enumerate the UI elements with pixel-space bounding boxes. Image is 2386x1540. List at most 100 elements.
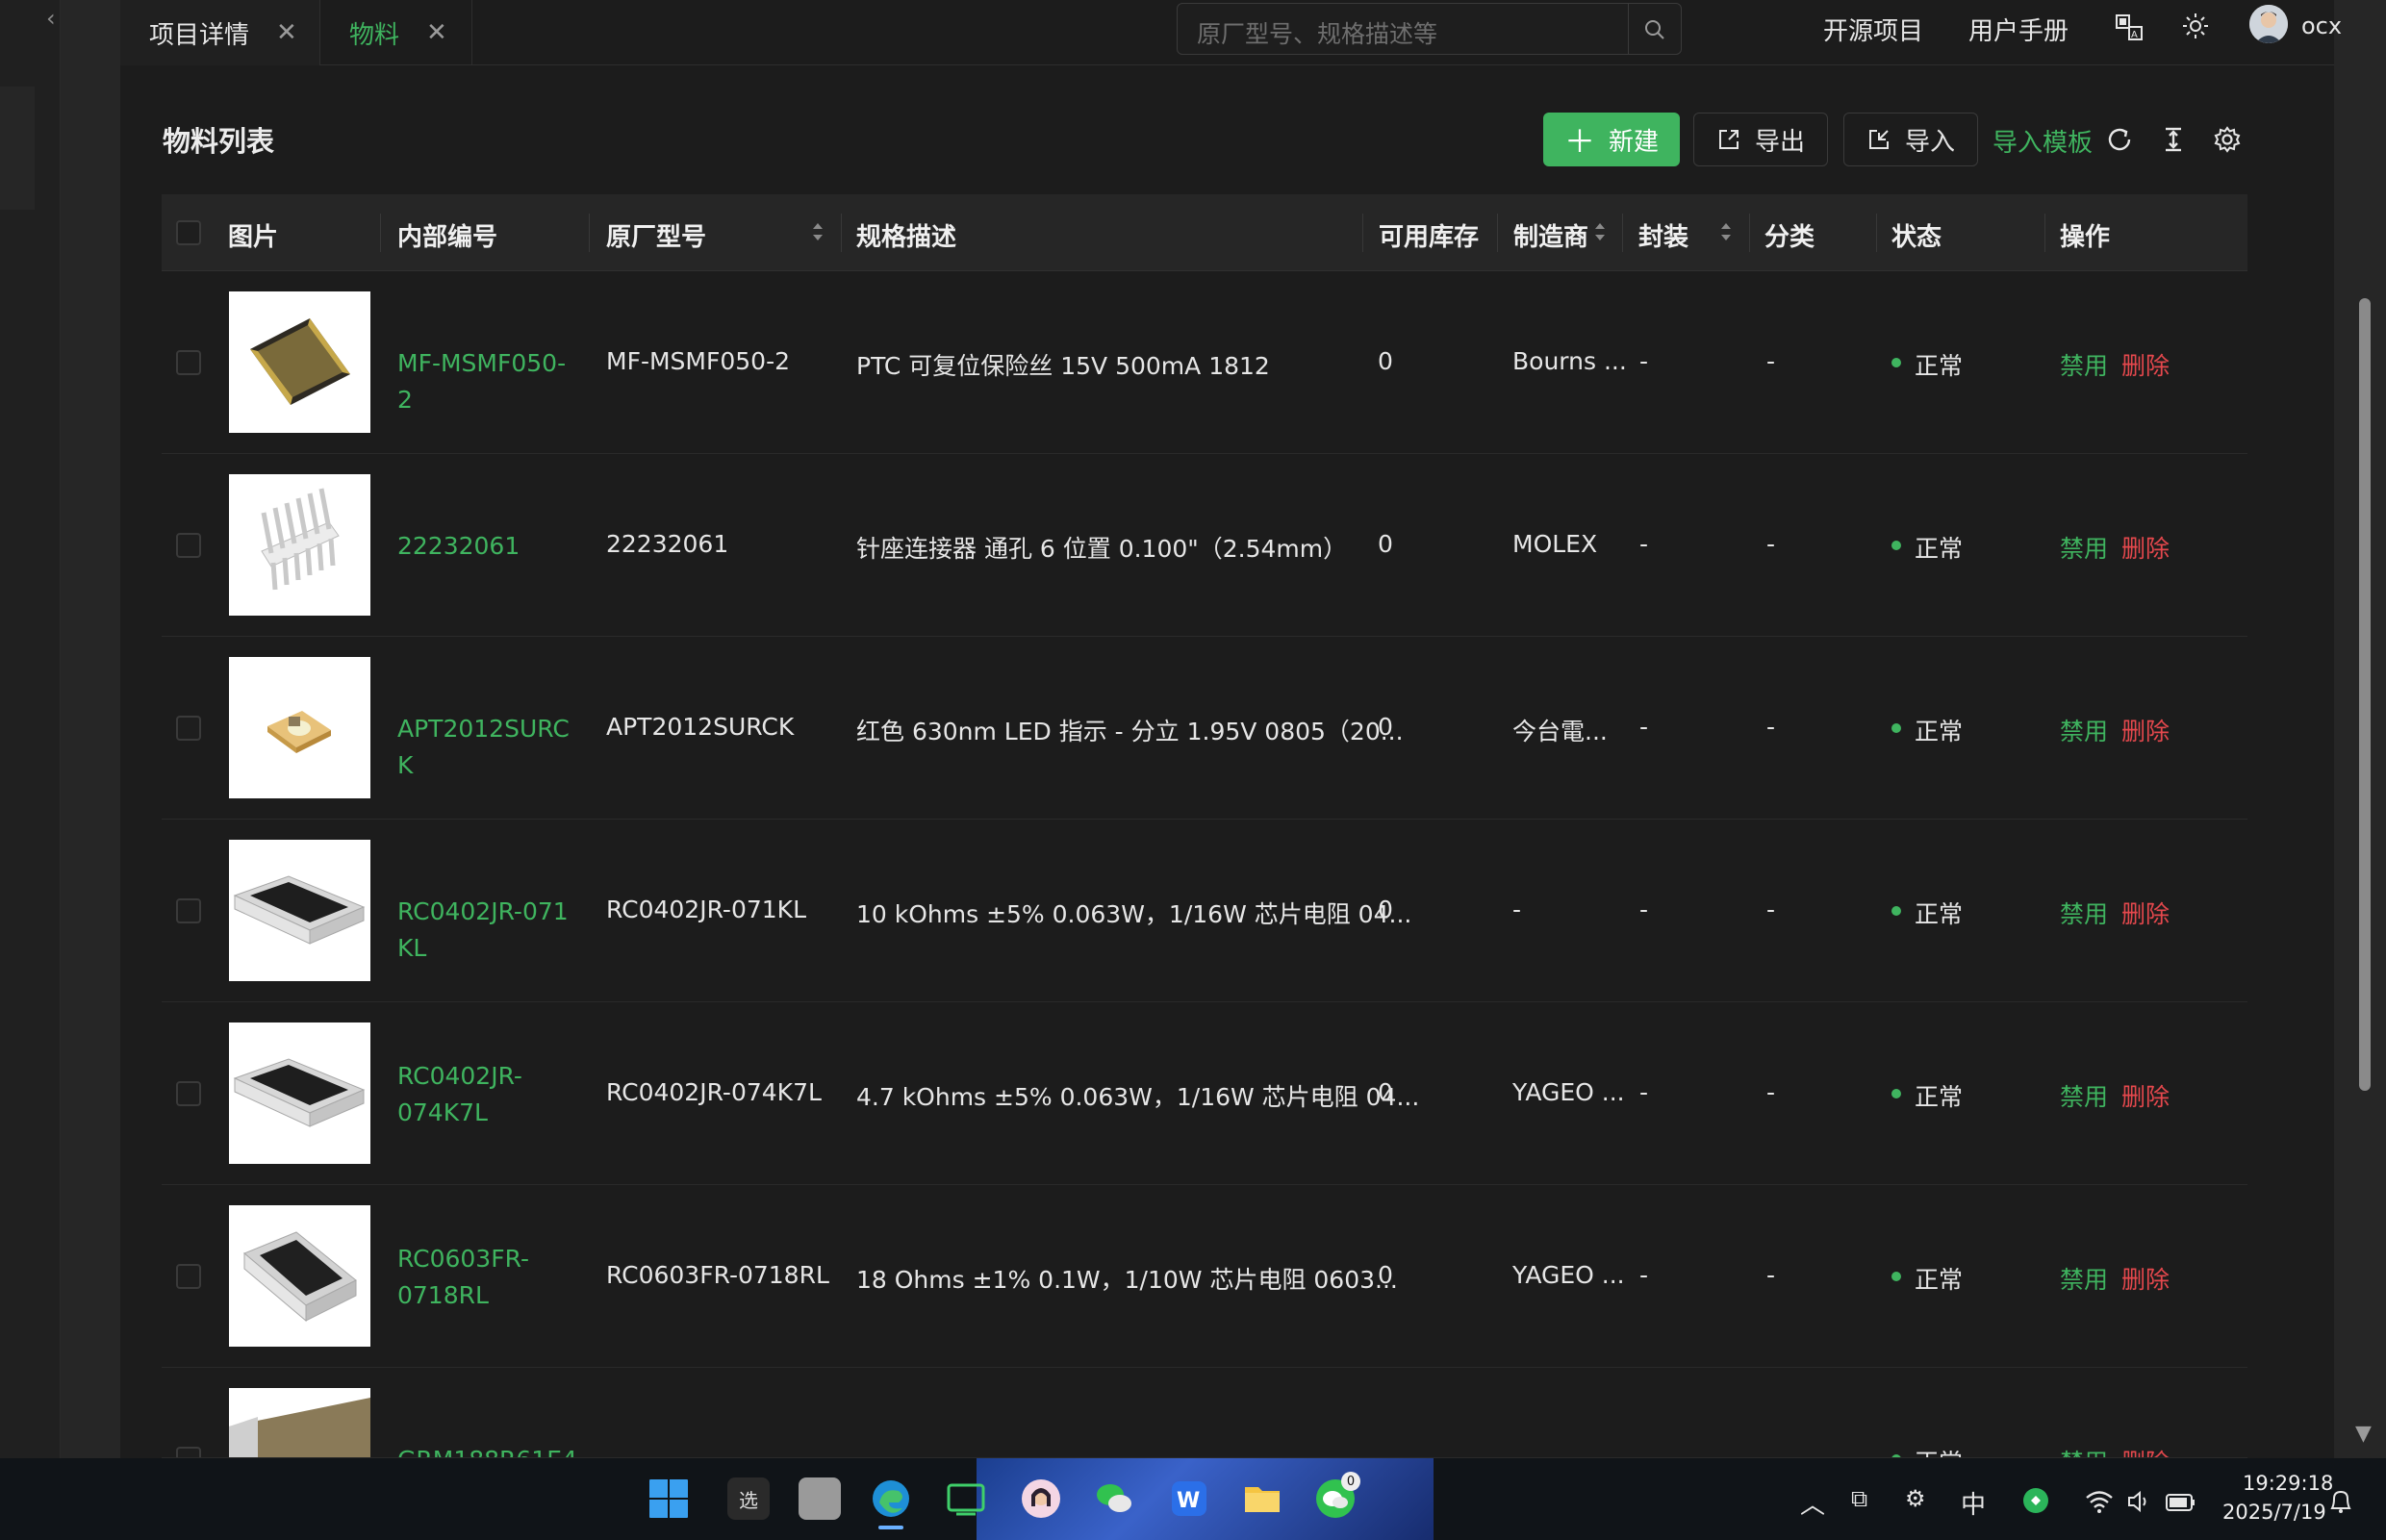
delete-button[interactable]: 删除 <box>2121 347 2170 382</box>
manufacturer-cell: YAGEO ... <box>1512 1261 1625 1289</box>
col-header-status: 状态 <box>1891 223 1942 252</box>
category-cell: - <box>1766 1261 1776 1289</box>
windows-start-icon[interactable] <box>647 1477 690 1520</box>
disable-button[interactable]: 禁用 <box>2060 896 2108 930</box>
row-checkbox[interactable] <box>176 350 201 375</box>
material-thumbnail[interactable] <box>229 1022 370 1164</box>
svg-text:W: W <box>1177 1489 1200 1513</box>
internal-no-link[interactable]: RC0603FR- 0718RL <box>397 1241 580 1314</box>
delete-button[interactable]: 删除 <box>2121 530 2170 565</box>
disable-button[interactable]: 禁用 <box>2060 1078 2108 1113</box>
disable-button[interactable]: 禁用 <box>2060 347 2108 382</box>
internal-no-link[interactable]: GRM188R61E475 <box>397 1442 580 1457</box>
wps-office-icon[interactable]: W <box>1168 1477 1210 1520</box>
refresh-icon[interactable] <box>2105 125 2134 154</box>
search-input[interactable]: 原厂型号、规格描述等 <box>1177 3 1682 55</box>
settings-gear-icon[interactable] <box>2213 125 2242 154</box>
app-icon[interactable] <box>799 1477 841 1520</box>
material-thumbnail[interactable] <box>229 291 370 433</box>
row-checkbox[interactable] <box>176 1447 201 1457</box>
delete-button[interactable]: 删除 <box>2121 1078 2170 1113</box>
vpn-tray-icon[interactable] <box>2022 1487 2049 1514</box>
internal-no-link[interactable]: APT2012SURCK <box>397 711 580 784</box>
taskbar-date[interactable]: 2025/7/19 <box>2222 1501 2326 1524</box>
stock-cell: 0 <box>1378 1078 1393 1106</box>
control-toggle-icon[interactable]: ⚙ <box>1905 1485 1926 1512</box>
delete-button[interactable]: 删除 <box>2121 1444 2170 1457</box>
username[interactable]: ocx <box>2301 13 2342 39</box>
theme-sun-icon[interactable] <box>2181 12 2210 40</box>
tab-materials[interactable]: 物料 ✕ <box>320 0 472 65</box>
column-divider[interactable] <box>2044 214 2045 252</box>
import-template-link[interactable]: 导入模板 <box>1993 123 2093 159</box>
internal-no-link[interactable]: MF-MSMF050-2 <box>397 345 580 418</box>
material-thumbnail[interactable] <box>229 657 370 798</box>
column-divider[interactable] <box>1876 214 1877 252</box>
row-checkbox[interactable] <box>176 1081 201 1106</box>
scroll-down-arrow-icon[interactable]: ▼ <box>2355 1422 2372 1446</box>
open-source-link[interactable]: 开源项目 <box>1823 12 1923 47</box>
wifi-icon[interactable] <box>2085 1489 2114 1514</box>
search-icon[interactable] <box>1642 17 1667 42</box>
file-explorer-icon[interactable] <box>1241 1477 1283 1520</box>
avatar[interactable] <box>2249 5 2288 43</box>
disable-button[interactable]: 禁用 <box>2060 713 2108 747</box>
column-divider[interactable] <box>1362 214 1363 252</box>
material-thumbnail[interactable] <box>229 1388 370 1457</box>
disable-button[interactable]: 禁用 <box>2060 1261 2108 1296</box>
edge-browser-icon[interactable] <box>870 1477 912 1520</box>
column-divider[interactable] <box>1497 214 1498 252</box>
material-thumbnail[interactable] <box>229 1205 370 1347</box>
delete-button[interactable]: 删除 <box>2121 713 2170 747</box>
ime-indicator[interactable]: 中 <box>1961 1485 1986 1521</box>
close-icon[interactable]: ✕ <box>426 18 447 47</box>
volume-icon[interactable] <box>2126 1489 2151 1514</box>
sort-icon[interactable] <box>1719 219 1733 244</box>
user-manual-link[interactable]: 用户手册 <box>1968 12 2069 47</box>
row-checkbox[interactable] <box>176 898 201 923</box>
disable-button[interactable]: 禁用 <box>2060 1444 2108 1457</box>
tray-overflow-icon[interactable]: ︿ <box>1800 1485 1825 1521</box>
tab-project-detail[interactable]: 项目详情 ✕ <box>120 0 320 65</box>
column-divider[interactable] <box>1749 214 1750 252</box>
internal-no-link[interactable]: 22232061 <box>397 528 580 565</box>
select-all-checkbox[interactable] <box>176 220 201 245</box>
sort-icon[interactable] <box>811 219 825 244</box>
internal-no-link[interactable]: RC0402JR- 074K7L <box>397 1058 580 1131</box>
collapse-sidebar-icon[interactable]: ‹ <box>46 5 56 32</box>
battery-icon[interactable] <box>2165 1489 2197 1514</box>
column-divider[interactable] <box>380 214 381 252</box>
row-checkbox[interactable] <box>176 1264 201 1289</box>
taskbar-time[interactable]: 19:29:18 <box>2243 1472 2333 1495</box>
col-header-package[interactable]: 封装 <box>1638 217 1688 253</box>
import-button[interactable]: 导入 <box>1843 113 1978 166</box>
column-divider[interactable] <box>841 214 842 252</box>
delete-button[interactable]: 删除 <box>2121 896 2170 930</box>
disable-button[interactable]: 禁用 <box>2060 530 2108 565</box>
row-checkbox[interactable] <box>176 533 201 558</box>
chat-avatar-icon[interactable] <box>1020 1477 1062 1520</box>
wechat-icon[interactable] <box>1093 1477 1135 1520</box>
col-header-mfr-part[interactable]: 原厂型号 <box>606 217 706 253</box>
material-thumbnail[interactable] <box>229 474 370 616</box>
notifications-icon[interactable] <box>2326 1487 2355 1516</box>
export-button[interactable]: 导出 <box>1693 113 1828 166</box>
column-divider[interactable] <box>1622 214 1623 252</box>
material-thumbnail[interactable] <box>229 840 370 981</box>
new-button[interactable]: ＋ 新建 <box>1543 113 1680 166</box>
row-height-icon[interactable] <box>2159 125 2188 154</box>
terminal-icon[interactable] <box>945 1477 987 1520</box>
col-header-manufacturer[interactable]: 制造商 <box>1513 217 1588 253</box>
row-checkbox[interactable] <box>176 716 201 741</box>
clipboard-icon[interactable]: ⧉ <box>1851 1485 1867 1512</box>
sort-icon[interactable] <box>1593 219 1607 244</box>
category-cell: - <box>1766 713 1776 741</box>
column-divider[interactable] <box>589 214 590 252</box>
vertical-scrollbar[interactable] <box>2359 298 2371 1091</box>
translate-icon[interactable]: A <box>2115 13 2144 41</box>
close-icon[interactable]: ✕ <box>276 18 297 47</box>
package-cell: - <box>1639 530 1649 558</box>
internal-no-link[interactable]: RC0402JR-071KL <box>397 894 580 967</box>
delete-button[interactable]: 删除 <box>2121 1261 2170 1296</box>
select-tool-icon[interactable]: 选 <box>727 1477 770 1520</box>
